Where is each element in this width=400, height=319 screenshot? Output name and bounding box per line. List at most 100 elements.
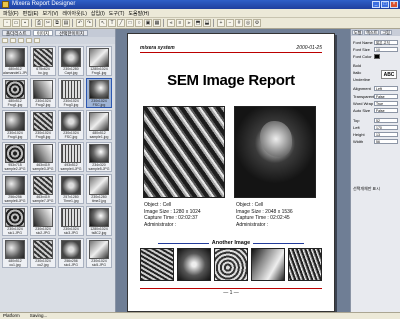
thumbnail-item[interactable]: 480x512 alamandel1.JPG <box>2 46 28 76</box>
menu-file[interactable]: 파일(F) <box>3 10 19 17</box>
tab-text[interactable]: 텍스트 <box>364 30 380 35</box>
left-image-info[interactable]: Object : Cell Image Size : 1280 x 1024 C… <box>144 202 201 228</box>
thumbnail-item[interactable]: 1280x1024 ts8C2.jpg <box>86 206 112 236</box>
thumbnail-item[interactable]: 257x1280 Time1.jpg <box>58 174 84 204</box>
thumbnail-item[interactable]: 230x1280 time2.jpg <box>86 174 112 204</box>
report-page[interactable]: mixera system 2000-01-25 SEM Image Repor… <box>127 33 335 312</box>
table-tool-icon[interactable]: ▦ <box>153 19 161 27</box>
align-right-icon[interactable]: ⫸ <box>185 19 193 27</box>
close-button[interactable]: × <box>390 1 398 8</box>
thumbnail-item[interactable]: 480x512 cu1.jpg <box>2 238 28 268</box>
menu-insert[interactable]: 삽입(I) <box>91 10 105 17</box>
refresh-icon[interactable] <box>18 38 24 43</box>
thumbnail-item[interactable]: 230x1024 Frog2.jpg <box>30 78 56 108</box>
property-value-field[interactable]: 13 <box>374 132 398 137</box>
thumbnail-item[interactable]: 230x1024 sic5.JPG <box>86 238 112 268</box>
thumbnail-item[interactable]: 230x1024 cu2.jpg <box>30 238 56 268</box>
font-color-swatch[interactable] <box>374 54 380 59</box>
property-value-field[interactable]: False <box>374 94 398 99</box>
property-row[interactable]: Bold <box>352 62 399 69</box>
print-icon[interactable]: ⎙ <box>35 19 43 27</box>
company-name[interactable]: mixera system <box>140 45 175 51</box>
minimize-button[interactable]: _ <box>372 1 380 8</box>
line-tool-icon[interactable]: ╱ <box>117 19 125 27</box>
delete-icon[interactable] <box>34 38 40 43</box>
property-row[interactable]: Left 170 <box>352 124 399 131</box>
property-row[interactable]: Top 52 <box>352 117 399 124</box>
property-value-field[interactable]: True <box>374 101 398 106</box>
menu-tools[interactable]: 도구(T) <box>109 10 125 17</box>
thumbnail-item[interactable]: 230x1024 FSC.jpg <box>58 110 84 140</box>
thumbnail-item[interactable]: 1280x1024 Frog1.jpg <box>86 46 112 76</box>
property-row[interactable]: Width 56 <box>352 138 399 145</box>
new-doc-icon[interactable]: ▫ <box>3 19 11 27</box>
thumbnail-item[interactable]: 256x256 sic4.JPG <box>58 238 84 268</box>
bring-front-icon[interactable]: ⬒ <box>194 19 202 27</box>
paste-icon[interactable]: ▤ <box>62 19 70 27</box>
property-row[interactable]: Height 13 <box>352 131 399 138</box>
copy-icon[interactable]: ⧉ <box>53 19 61 27</box>
tab-shape[interactable]: 도형 <box>352 30 364 35</box>
selected-only-option[interactable]: 선택개체만 표시 <box>352 185 399 192</box>
property-row[interactable]: Font Size 10 <box>352 46 399 53</box>
report-date[interactable]: 2000-01-25 <box>296 45 322 51</box>
property-value-field[interactable]: False <box>374 108 398 113</box>
redo-icon[interactable]: ↷ <box>85 19 93 27</box>
thumbnail-item[interactable]: 230x1024 Frog3.jpg <box>58 78 84 108</box>
settings-icon[interactable]: ⚙ <box>253 19 261 27</box>
thumbnail-item[interactable]: 953x715 sample2.JPG <box>2 142 28 172</box>
thumbnail-item[interactable]: 230x1024 sic3.JPG <box>58 206 84 236</box>
zoom-out-icon[interactable]: − <box>226 19 234 27</box>
property-row[interactable]: Font Name 맑은 고딕 <box>352 39 399 46</box>
list-view-icon[interactable] <box>10 38 16 43</box>
thumbnail-item[interactable]: 493x512 sample4.JPG <box>58 142 84 172</box>
image-tool-icon[interactable]: ▣ <box>144 19 152 27</box>
tab-picture[interactable]: 그림 <box>380 30 392 35</box>
open-folder-icon[interactable]: ▭ <box>12 19 20 27</box>
thumbnail-item[interactable]: 480x512 sample1.jpg <box>86 110 112 140</box>
strip-image[interactable] <box>288 248 322 281</box>
tab-selected-images[interactable]: 선택한이미지 <box>55 30 88 36</box>
menu-layout[interactable]: 레이아웃(L) <box>62 10 87 17</box>
strip-image[interactable] <box>140 248 174 281</box>
property-row[interactable]: Alignment Left <box>352 85 399 92</box>
tab-images[interactable]: 이미지 <box>32 30 54 36</box>
send-back-icon[interactable]: ⬓ <box>203 19 211 27</box>
property-value-field[interactable]: 52 <box>374 118 398 123</box>
menu-help[interactable]: 도움말(H) <box>128 10 149 17</box>
sem-image-right[interactable] <box>234 106 316 198</box>
thumbnail-item[interactable]: 675x624 bc.jpg <box>30 46 56 76</box>
thumbnail-item[interactable]: 230x1024 Frog5.jpg <box>30 110 56 140</box>
save-icon[interactable]: ▪ <box>21 19 29 27</box>
thumbnail-item[interactable]: 480x512 Frog1.jpg <box>2 78 28 108</box>
zoom-in-icon[interactable]: + <box>217 19 225 27</box>
thumbnail-item[interactable]: 230x1280 Capt.jpg <box>58 46 84 76</box>
strip-image[interactable] <box>177 248 211 281</box>
ellipse-tool-icon[interactable]: ○ <box>135 19 143 27</box>
strip-image[interactable] <box>214 248 248 281</box>
right-image-info[interactable]: Object : Cell Image Size : 2048 x 1536 C… <box>236 202 293 228</box>
grid-icon[interactable]: # <box>235 19 243 27</box>
another-image-heading[interactable]: Another Image <box>128 240 334 246</box>
strip-image[interactable] <box>251 248 285 281</box>
cut-icon[interactable]: ✂ <box>44 19 52 27</box>
thumbnail-item[interactable]: 234x320 sample5.JPG <box>86 142 112 172</box>
menu-edit[interactable]: 편집(E) <box>23 10 39 17</box>
property-value-field[interactable]: 맑은 고딕 <box>374 40 398 45</box>
property-row[interactable]: Word Wrap True <box>352 100 399 107</box>
align-left-icon[interactable]: ⫷ <box>167 19 175 27</box>
align-center-icon[interactable]: ≡ <box>176 19 184 27</box>
select-tool-icon[interactable]: ↖ <box>99 19 107 27</box>
property-value-field[interactable]: Left <box>374 86 398 91</box>
property-row[interactable]: Auto Size False <box>352 107 399 114</box>
tab-folder-list[interactable]: 폴더리스트 <box>2 30 31 36</box>
thumbnail-item[interactable]: 256x256 sample6.JPG <box>2 174 28 204</box>
undo-icon[interactable]: ↶ <box>76 19 84 27</box>
text-tool-icon[interactable]: T <box>108 19 116 27</box>
thumbnail-item[interactable]: 230x1024 Frog4.jpg <box>2 110 28 140</box>
property-row[interactable]: Transparent False <box>352 93 399 100</box>
rect-tool-icon[interactable]: □ <box>126 19 134 27</box>
property-value-field[interactable]: 56 <box>374 139 398 144</box>
property-value-field[interactable]: 170 <box>374 125 398 130</box>
menu-view[interactable]: 보기(V) <box>42 10 58 17</box>
